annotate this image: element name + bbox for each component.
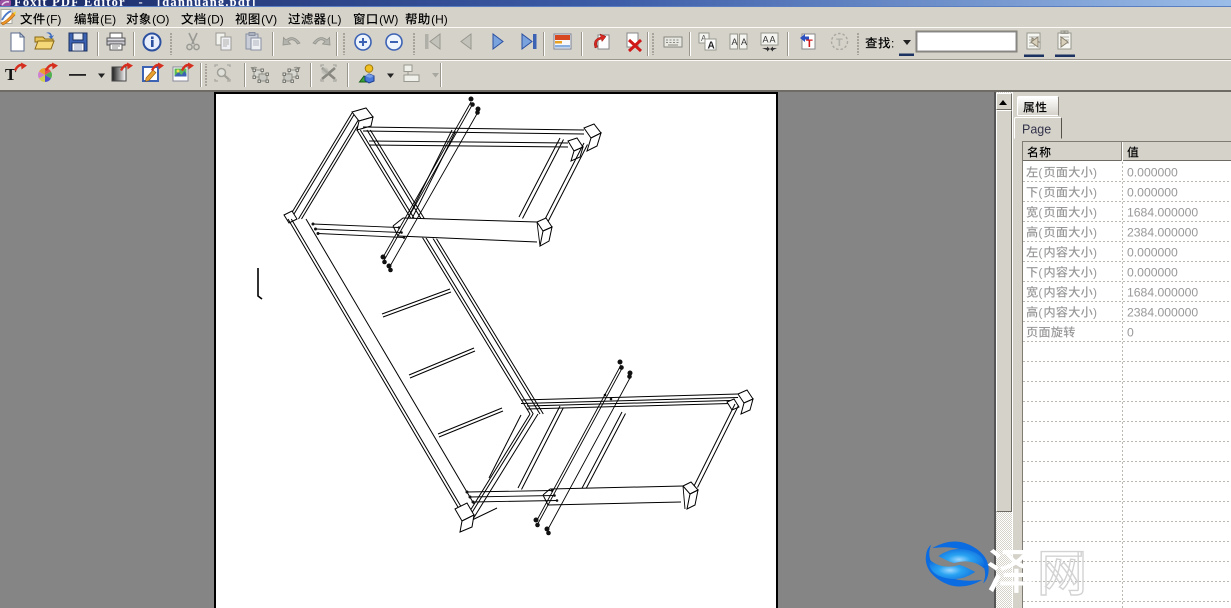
svg-text:): ) — [1093, 226, 1097, 240]
svg-text:): ) — [1093, 206, 1097, 220]
svg-text:A: A — [732, 37, 738, 47]
svg-text:(W): (W) — [379, 13, 398, 27]
svg-text:0.000000: 0.000000 — [1127, 246, 1178, 260]
svg-text:0.000000: 0.000000 — [1127, 166, 1178, 180]
svg-text:(H): (H) — [431, 13, 448, 27]
svg-text:T: T — [806, 38, 813, 50]
svg-text:(: ( — [1038, 306, 1042, 320]
svg-text:A: A — [741, 37, 747, 47]
svg-text:A: A — [763, 35, 769, 45]
svg-text:(D): (D) — [207, 13, 224, 27]
svg-text:1684.000000: 1684.000000 — [1127, 206, 1198, 220]
svg-text:(: ( — [1038, 226, 1042, 240]
svg-text:2384.000000: 2384.000000 — [1127, 306, 1198, 320]
svg-text:1684.000000: 1684.000000 — [1127, 286, 1198, 300]
svg-text:): ) — [1093, 186, 1097, 200]
svg-text:(: ( — [1038, 246, 1042, 260]
svg-text:(E): (E) — [100, 13, 116, 27]
svg-text:(: ( — [1038, 166, 1042, 180]
svg-text:0: 0 — [1127, 326, 1134, 340]
svg-text:): ) — [1093, 286, 1097, 300]
svg-text:(: ( — [1038, 206, 1042, 220]
svg-text:(: ( — [1038, 186, 1042, 200]
svg-text:): ) — [1093, 266, 1097, 280]
svg-text:A: A — [708, 41, 715, 52]
svg-text::: : — [891, 37, 894, 51]
svg-text:(: ( — [1038, 266, 1042, 280]
svg-text:T: T — [836, 37, 843, 49]
svg-text:Foxit PDF Editor - [danhua: Foxit PDF Editor - [danhuang.pdf] — [14, 0, 257, 9]
svg-text:A: A — [770, 35, 776, 45]
svg-text:0.000000: 0.000000 — [1127, 186, 1178, 200]
svg-text:): ) — [1093, 246, 1097, 260]
svg-text:): ) — [1093, 306, 1097, 320]
svg-text:(F): (F) — [46, 13, 61, 27]
svg-text:2384.000000: 2384.000000 — [1127, 226, 1198, 240]
svg-text:0.000000: 0.000000 — [1127, 266, 1178, 280]
svg-text:(: ( — [1038, 286, 1042, 300]
svg-text:Page: Page — [1022, 123, 1051, 137]
svg-text:): ) — [1093, 166, 1097, 180]
svg-text:(L): (L) — [327, 13, 342, 27]
svg-text:(O): (O) — [152, 13, 169, 27]
svg-text:(V): (V) — [261, 13, 277, 27]
